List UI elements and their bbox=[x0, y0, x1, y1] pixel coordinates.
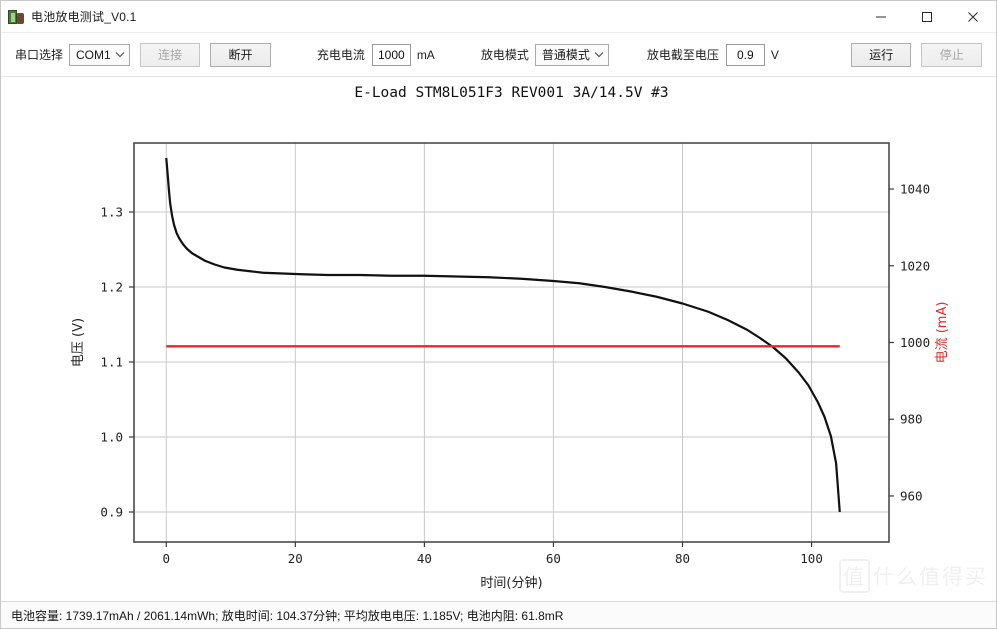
cutoff-voltage-label: 放电截至电压 bbox=[646, 48, 719, 62]
discharge-mode-label: 放电模式 bbox=[480, 48, 529, 62]
y2-tick-label: 980 bbox=[900, 412, 923, 427]
stop-button[interactable]: 停止 bbox=[921, 42, 982, 67]
port-select-label: 串口选择 bbox=[15, 48, 64, 62]
battery-plug-icon bbox=[8, 9, 24, 25]
x-tick-label: 40 bbox=[417, 551, 432, 566]
y-tick-label: 1.0 bbox=[100, 430, 123, 445]
y2-tick-label: 960 bbox=[900, 488, 923, 503]
y-tick-label: 0.9 bbox=[100, 505, 123, 520]
port-select-value: COM1 bbox=[76, 47, 111, 62]
chevron-down-icon bbox=[111, 45, 129, 65]
charge-current-unit: mA bbox=[416, 47, 435, 62]
watermark: 值什么值得买 bbox=[839, 559, 988, 593]
port-select[interactable]: COM1 bbox=[69, 43, 130, 66]
chart-area: E-Load STM8L051F3 REV001 3A/14.5V #3 0 20 4… bbox=[1, 77, 996, 601]
y2-tick-label: 1020 bbox=[900, 258, 930, 273]
y2-tick-label: 1040 bbox=[900, 182, 930, 197]
x-tick-label: 20 bbox=[288, 551, 303, 566]
y-tick-label: 1.2 bbox=[100, 280, 123, 295]
maximize-icon[interactable] bbox=[904, 1, 950, 32]
chart-title: E-Load STM8L051F3 REV001 3A/14.5V #3 bbox=[354, 85, 668, 101]
status-bar: 电池容量: 1739.17mAh / 2061.14mWh; 放电时间: 104… bbox=[1, 601, 996, 628]
y2-tick-label: 1000 bbox=[900, 335, 930, 350]
discharge-mode-value: 普通模式 bbox=[541, 48, 590, 62]
window-title: 电池放电测试_V0.1 bbox=[31, 10, 137, 24]
run-button[interactable]: 运行 bbox=[850, 42, 912, 67]
x-axis-label: 时间(分钟) bbox=[480, 575, 542, 591]
y-tick-label: 1.3 bbox=[100, 205, 123, 220]
watermark-badge: 值 bbox=[839, 559, 870, 593]
app-window: 电池放电测试_V0.1 串口选择 COM1 连接 断开 充电电流 1000 mA bbox=[0, 0, 997, 629]
discharge-mode-select[interactable]: 普通模式 bbox=[534, 43, 609, 66]
title-bar: 电池放电测试_V0.1 bbox=[1, 1, 996, 33]
charge-current-label: 充电电流 bbox=[316, 48, 365, 62]
charge-current-input[interactable]: 1000 bbox=[371, 43, 411, 66]
x-tick-label: 100 bbox=[800, 551, 823, 566]
window-controls bbox=[858, 1, 996, 32]
x-tick-label: 80 bbox=[675, 551, 690, 566]
status-summary: 电池容量: 1739.17mAh / 2061.14mWh; 放电时间: 104… bbox=[11, 608, 564, 623]
y-axis-label: 电压 (V) bbox=[71, 318, 86, 367]
y2-axis-label: 电流 (mA) bbox=[935, 302, 950, 364]
y-tick-label: 1.1 bbox=[100, 355, 123, 370]
toolbar: 串口选择 COM1 连接 断开 充电电流 1000 mA 放电模式 普通模式 放… bbox=[1, 33, 996, 77]
discharge-chart: E-Load STM8L051F3 REV001 3A/14.5V #3 0 20 4… bbox=[71, 85, 950, 591]
cutoff-voltage-input[interactable]: 0.9 bbox=[725, 43, 765, 66]
x-tick-label: 0 bbox=[162, 551, 170, 566]
voltage-series-line bbox=[165, 157, 841, 513]
plot-frame bbox=[133, 142, 890, 543]
connect-button[interactable]: 连接 bbox=[139, 42, 201, 67]
x-tick-label: 60 bbox=[546, 551, 561, 566]
minimize-icon[interactable] bbox=[858, 1, 904, 32]
disconnect-button[interactable]: 断开 bbox=[210, 42, 271, 67]
watermark-text: 什么值得买 bbox=[873, 565, 988, 589]
close-icon[interactable] bbox=[950, 1, 996, 32]
cutoff-voltage-unit: V bbox=[770, 47, 779, 62]
chevron-down-icon bbox=[590, 45, 608, 65]
